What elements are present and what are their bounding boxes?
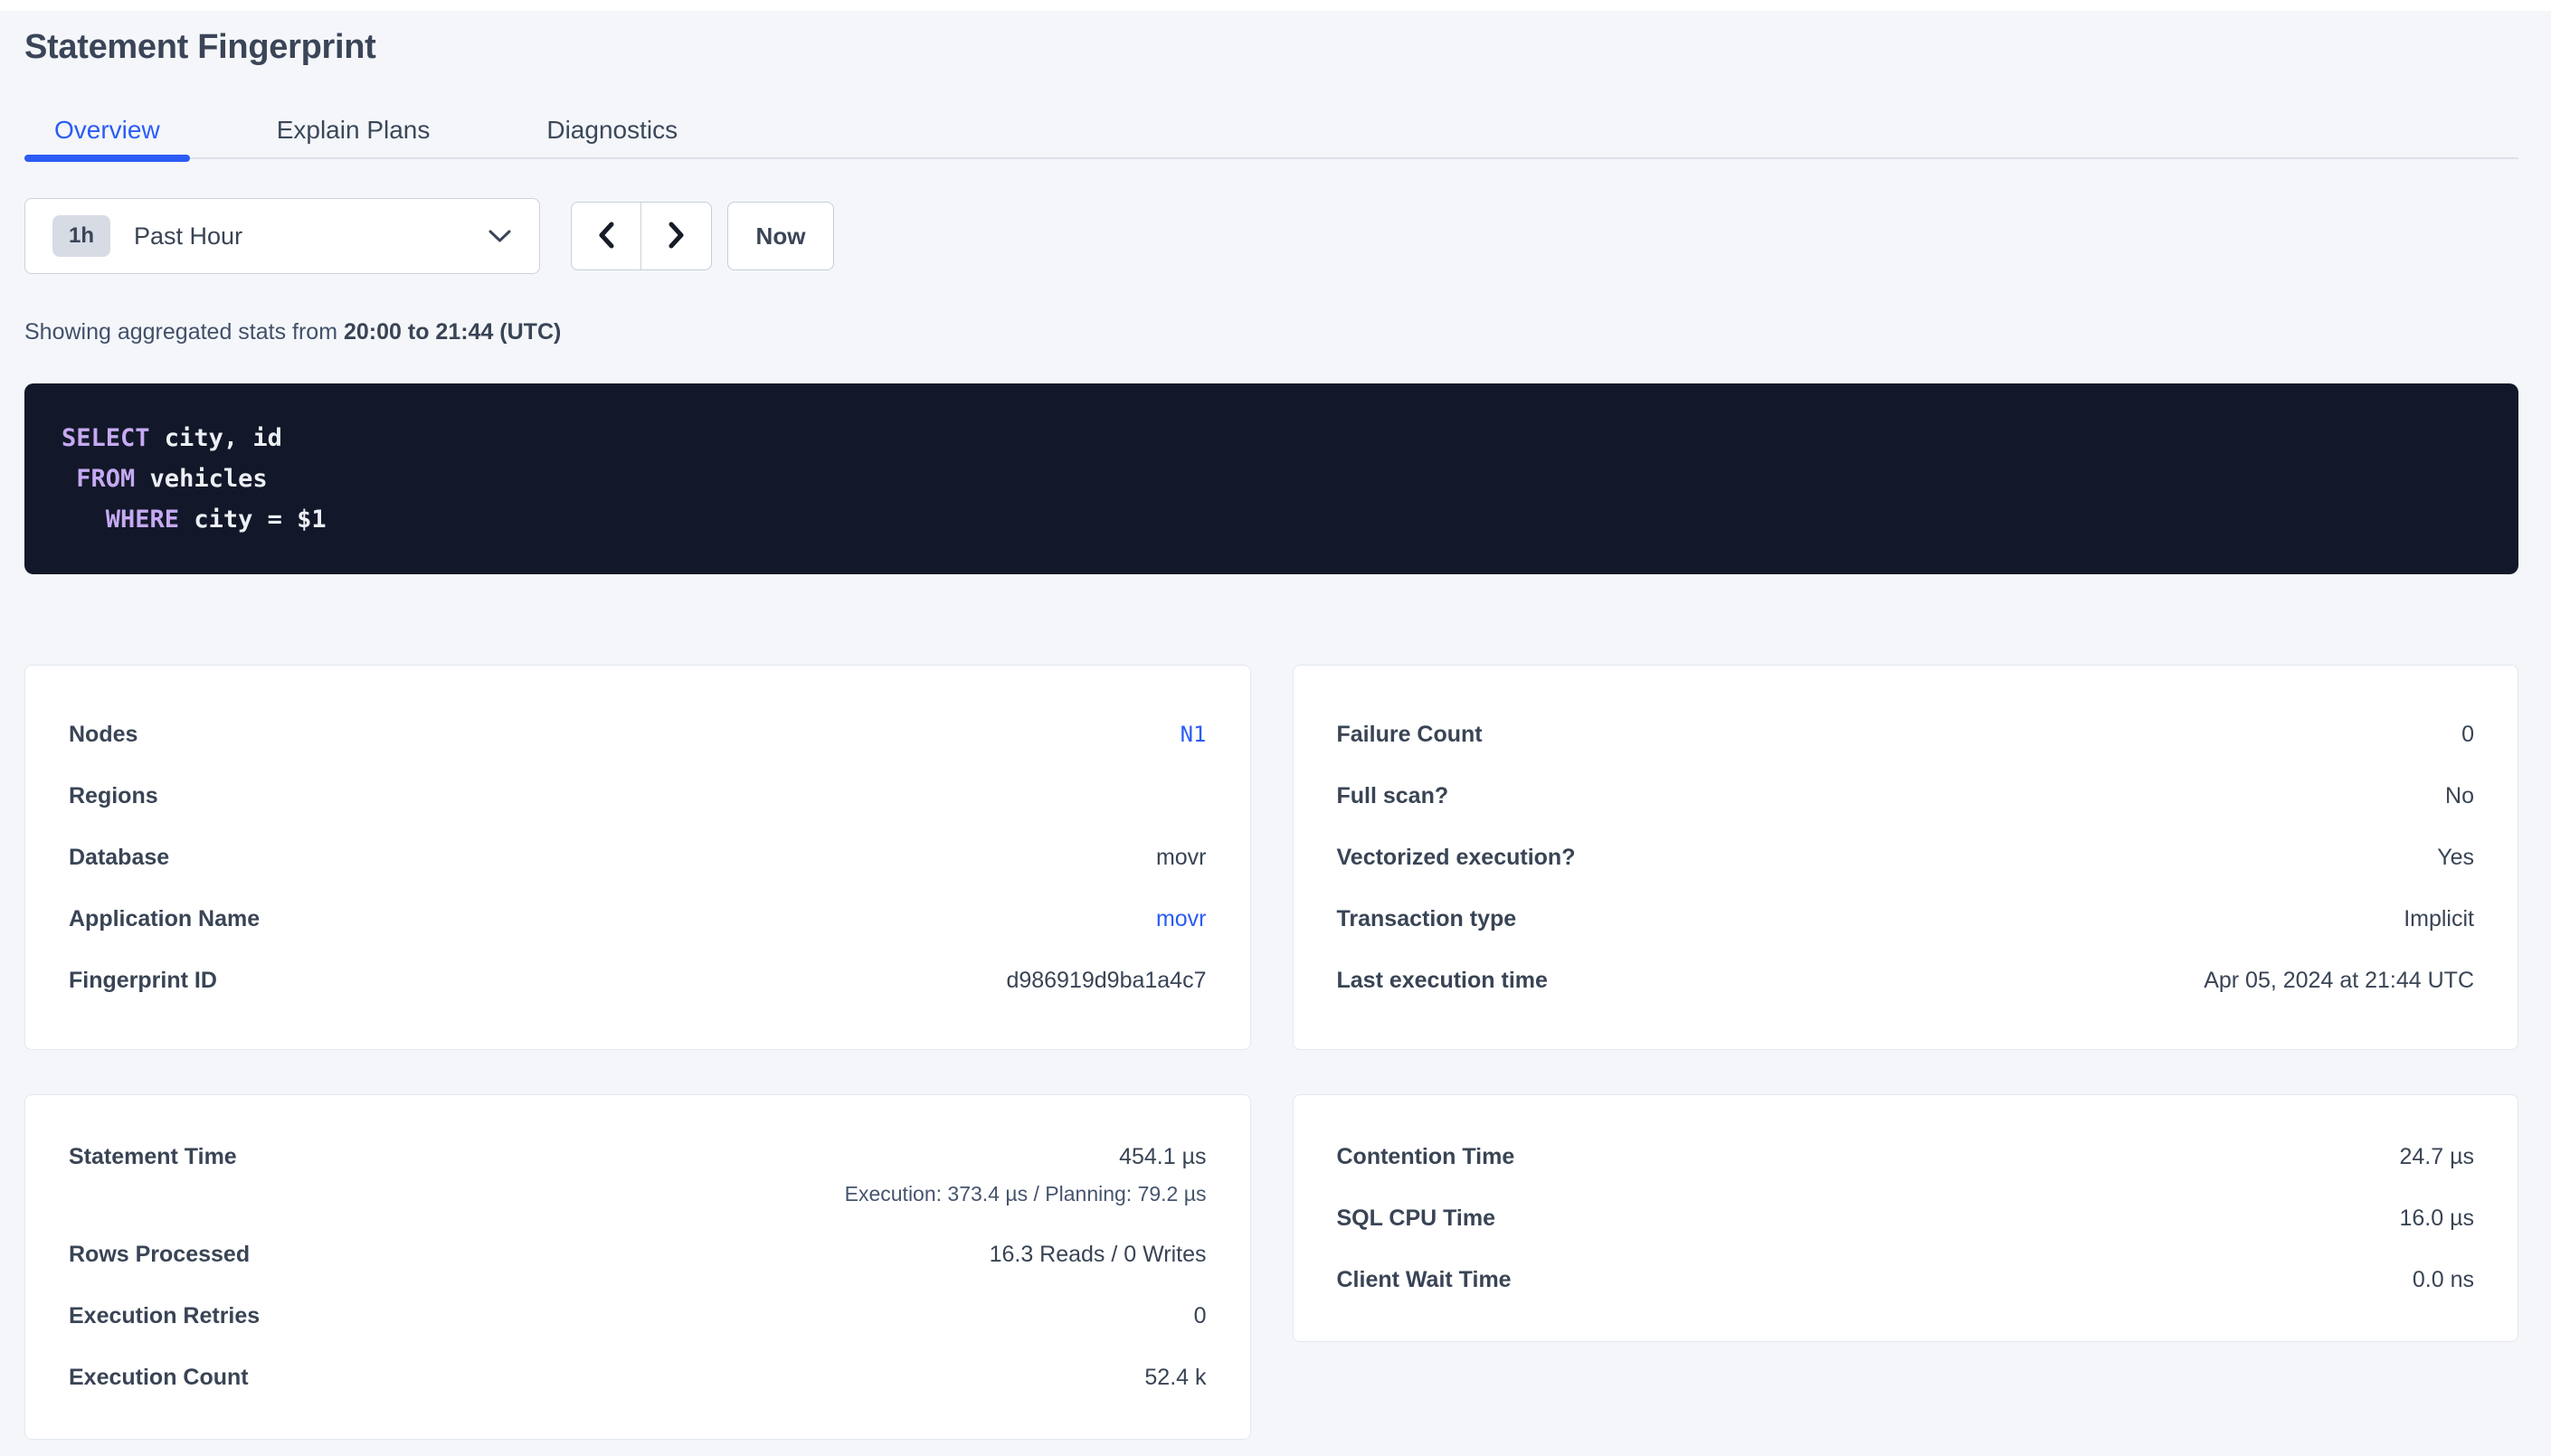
row-label: Execution Retries: [69, 1303, 260, 1329]
time-interval-selected: Past Hour: [134, 222, 242, 251]
next-interval-button[interactable]: [641, 203, 711, 269]
metadata-card-left: Nodes N1 Regions Database movr Applicati…: [24, 665, 1251, 1050]
last-execution-time-value: Apr 05, 2024 at 21:44 UTC: [2204, 968, 2474, 994]
nodes-link[interactable]: N1: [1181, 722, 1207, 747]
table-row-nodes: Nodes N1: [69, 704, 1207, 765]
wait-time-stats-card: Contention Time 24.7 µs SQL CPU Time 16.…: [1293, 1094, 2519, 1342]
row-label: Application Name: [69, 906, 260, 932]
caption-time-range: 20:00 to 21:44 (UTC): [344, 319, 561, 345]
row-label: Transaction type: [1337, 906, 1517, 932]
statement-stats-card: Statement Time 454.1 µs Execution: 373.4…: [24, 1094, 1251, 1440]
sql-text: vehicles: [135, 465, 267, 493]
row-label: Last execution time: [1337, 968, 1548, 994]
row-label: Nodes: [69, 722, 138, 748]
sql-text: city = $1: [179, 506, 327, 534]
rows-processed-value: 16.3 Reads / 0 Writes: [990, 1242, 1207, 1268]
row-label: Rows Processed: [69, 1242, 250, 1268]
caption-prefix: Showing aggregated stats from: [24, 319, 344, 345]
time-picker-row: 1h Past Hour Now: [24, 198, 2518, 274]
tab-explain-plans-label: Explain Plans: [277, 116, 431, 144]
table-row-execution-count: Execution Count 52.4 k: [69, 1347, 1207, 1408]
tab-diagnostics-label: Diagnostics: [546, 116, 678, 144]
row-label: Vectorized execution?: [1337, 845, 1576, 871]
page-title: Statement Fingerprint: [24, 27, 2518, 67]
client-wait-time-value: 0.0 ns: [2413, 1267, 2474, 1293]
time-range-pager: [571, 202, 712, 270]
table-row-sql-cpu-time: SQL CPU Time 16.0 µs: [1337, 1187, 2475, 1249]
sql-indent: [62, 465, 76, 493]
application-name-link[interactable]: movr: [1156, 906, 1207, 932]
table-row-vectorized-execution: Vectorized execution? Yes: [1337, 827, 2475, 888]
row-label: Statement Time: [69, 1126, 237, 1187]
statement-time-values: 454.1 µs Execution: 373.4 µs / Planning:…: [845, 1126, 1207, 1207]
tab-overview-label: Overview: [54, 116, 160, 144]
previous-interval-button[interactable]: [572, 203, 641, 269]
sql-cpu-time-value: 16.0 µs: [2399, 1205, 2474, 1232]
row-label: Full scan?: [1337, 783, 1449, 809]
statement-time-breakdown: Execution: 373.4 µs / Planning: 79.2 µs: [845, 1180, 1207, 1207]
failure-count-value: 0: [2461, 722, 2474, 748]
database-value: movr: [1156, 845, 1207, 871]
full-scan-value: No: [2445, 783, 2474, 809]
table-row-statement-time: Statement Time 454.1 µs Execution: 373.4…: [69, 1126, 1207, 1224]
row-label: Contention Time: [1337, 1144, 1515, 1170]
chevron-left-icon: [595, 220, 617, 253]
sql-keyword: SELECT: [62, 424, 150, 452]
fingerprint-id-value: d986919d9ba1a4c7: [1006, 968, 1206, 994]
chevron-down-icon: [488, 229, 512, 244]
statement-time-value: 454.1 µs: [1119, 1126, 1206, 1187]
table-row-full-scan: Full scan? No: [1337, 765, 2475, 827]
execution-count-value: 52.4 k: [1144, 1365, 1206, 1391]
chevron-right-icon: [666, 220, 688, 253]
right-column: Failure Count 0 Full scan? No Vectorized…: [1293, 665, 2519, 1342]
left-column: Nodes N1 Regions Database movr Applicati…: [24, 665, 1251, 1440]
vectorized-execution-value: Yes: [2437, 845, 2474, 871]
row-label: SQL CPU Time: [1337, 1205, 1496, 1232]
table-row-rows-processed: Rows Processed 16.3 Reads / 0 Writes: [69, 1224, 1207, 1285]
table-row-transaction-type: Transaction type Implicit: [1337, 888, 2475, 950]
statement-fingerprint-page: Statement Fingerprint Overview Explain P…: [0, 27, 2551, 1440]
table-row-database: Database movr: [69, 827, 1207, 888]
summary-cards: Nodes N1 Regions Database movr Applicati…: [24, 665, 2518, 1440]
tab-diagnostics[interactable]: Diagnostics: [517, 116, 707, 157]
table-row-failure-count: Failure Count 0: [1337, 704, 2475, 765]
row-label: Execution Count: [69, 1365, 249, 1391]
aggregated-stats-caption: Showing aggregated stats from 20:00 to 2…: [24, 319, 2518, 345]
table-row-regions: Regions: [69, 765, 1207, 827]
table-row-last-execution-time: Last execution time Apr 05, 2024 at 21:4…: [1337, 950, 2475, 1011]
table-row-contention-time: Contention Time 24.7 µs: [1337, 1126, 2475, 1187]
time-interval-dropdown[interactable]: 1h Past Hour: [24, 198, 540, 274]
sql-text: city, id: [150, 424, 282, 452]
tab-bar: Overview Explain Plans Diagnostics: [24, 116, 2518, 159]
top-strip: [0, 0, 2551, 11]
sql-statement-box: SELECT city, id FROM vehicles WHERE city…: [24, 383, 2518, 574]
transaction-type-value: Implicit: [2404, 906, 2474, 932]
row-label: Fingerprint ID: [69, 968, 217, 994]
sql-keyword: WHERE: [106, 506, 179, 534]
table-row-execution-retries: Execution Retries 0: [69, 1285, 1207, 1347]
sql-indent: [62, 506, 106, 534]
table-row-client-wait-time: Client Wait Time 0.0 ns: [1337, 1249, 2475, 1310]
row-label: Database: [69, 845, 169, 871]
tab-explain-plans[interactable]: Explain Plans: [247, 116, 460, 157]
contention-time-value: 24.7 µs: [2399, 1144, 2474, 1170]
sql-keyword: FROM: [76, 465, 135, 493]
table-row-fingerprint-id: Fingerprint ID d986919d9ba1a4c7: [69, 950, 1207, 1011]
time-interval-badge: 1h: [52, 215, 110, 257]
table-row-application-name: Application Name movr: [69, 888, 1207, 950]
metadata-card-right: Failure Count 0 Full scan? No Vectorized…: [1293, 665, 2519, 1050]
row-label: Regions: [69, 783, 158, 809]
tab-overview[interactable]: Overview: [24, 116, 190, 157]
row-label: Failure Count: [1337, 722, 1483, 748]
execution-retries-value: 0: [1194, 1303, 1207, 1329]
row-label: Client Wait Time: [1337, 1267, 1512, 1293]
now-button[interactable]: Now: [727, 202, 834, 270]
